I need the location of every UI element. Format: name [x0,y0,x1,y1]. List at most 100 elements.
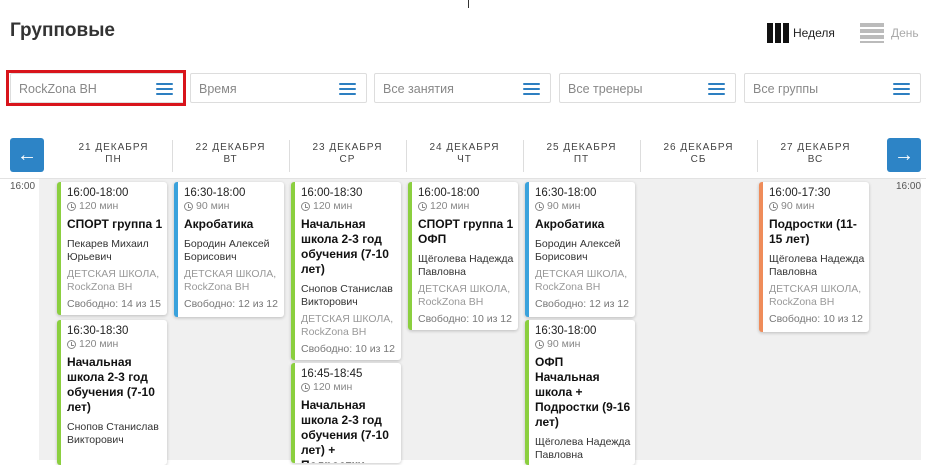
menu-icon [708,83,725,95]
event-name: ОФП Начальная школа + Подростки (9-16 ле… [535,355,631,429]
day-header: 23 ДЕКАБРЯ СР [289,142,406,166]
arrow-left-icon: ← [17,143,37,166]
clock-icon [301,201,310,211]
event-duration-text: 120 мин [79,200,119,212]
event-time: 16:30-18:30 [67,325,129,337]
filter-classes-value: Все занятия [383,82,454,96]
event-name: СПОРТ группа 1 [67,217,163,231]
event-place: ДЕТСКАЯ ШКОЛА, RockZona ВН [184,268,277,293]
event-duration: 120 мин [67,200,163,212]
week-view-icon [767,23,789,43]
event-trainer: Бородин Алексей Борисович [184,238,270,263]
clock-icon [301,382,310,392]
page-title: Групповые [10,20,116,41]
view-day-label: День [891,26,919,40]
event-duration-text: 120 мин [79,338,119,350]
event-time: 16:45-18:45 [301,368,363,380]
day-date: 21 ДЕКАБРЯ [78,142,149,153]
event-time: 16:30-18:00 [184,187,246,199]
menu-icon [893,83,910,95]
event-trainer: Щёголева Надежда Павловна [418,253,514,278]
event-time: 16:00-18:00 [418,187,480,199]
event-place: ДЕТСКАЯ ШКОЛА, RockZona ВН [769,283,862,308]
event-name: Подростки (11-15 лет) [769,217,857,246]
event-duration-text: 90 мин [196,200,230,212]
event-card[interactable]: 16:45-18:45 120 мин Начальная школа 2-3 … [291,363,401,463]
event-duration: 120 мин [67,338,163,350]
event-free-spots: Свободно: 10 из 12 [301,343,395,355]
day-date: 27 ДЕКАБРЯ [780,142,851,153]
event-free-spots: Свободно: 12 из 12 [184,298,278,310]
event-place: ДЕТСКАЯ ШКОЛА, RockZona ВН [67,268,160,293]
event-time: 16:00-18:30 [301,187,363,199]
filter-club-value: RockZona ВН [19,82,97,96]
menu-icon [339,83,356,95]
filter-trainers-value: Все тренеры [568,82,643,96]
event-trainer: Щёголева Надежда Павловна [535,436,631,461]
day-weekday: ПН [105,154,122,165]
event-name: Акробатика [184,217,254,231]
event-duration: 120 мин [418,200,514,212]
day-weekday: ПТ [573,154,590,165]
view-day-toggle[interactable]: День [860,22,919,44]
event-card[interactable]: 16:00-18:00 120 мин СПОРТ группа 1 ОФП Щ… [408,182,518,330]
menu-icon [156,83,173,95]
event-place: ДЕТСКАЯ ШКОЛА, RockZona ВН [301,313,394,338]
event-duration: 120 мин [301,200,397,212]
day-date: 26 ДЕКАБРЯ [663,142,734,153]
day-weekday: ЧТ [457,154,472,165]
event-card[interactable]: 16:00-18:00 120 мин СПОРТ группа 1 Пекар… [57,182,167,315]
event-place: ДЕТСКАЯ ШКОЛА, RockZona ВН [535,268,628,293]
clock-icon [67,201,76,211]
view-week-toggle[interactable]: Неделя [767,22,835,44]
event-free-spots: Свободно: 10 из 12 [769,313,863,325]
filter-classes-select[interactable]: Все занятия [374,73,551,103]
day-header: 21 ДЕКАБРЯ ПН [55,142,172,166]
event-duration-text: 120 мин [313,200,353,212]
event-card[interactable]: 16:30-18:00 90 мин ОФП Начальная школа +… [525,320,635,465]
event-duration: 120 мин [301,381,397,393]
filter-time-value: Время [199,82,237,96]
event-free-spots: Свободно: 14 из 15 [67,298,161,310]
event-free-spots: Свободно: 12 из 12 [535,298,629,310]
clock-icon [535,339,544,349]
event-duration-text: 120 мин [313,381,353,393]
filter-club-select[interactable]: RockZona ВН [10,73,184,103]
event-duration-text: 120 мин [430,200,470,212]
text-cursor-mark [468,0,469,8]
next-week-button[interactable]: → [887,138,921,172]
day-header: 22 ДЕКАБРЯ ВТ [172,142,289,166]
time-label-left: 16:00 [10,181,36,192]
event-duration-text: 90 мин [547,338,581,350]
day-header: 27 ДЕКАБРЯ ВС [757,142,874,166]
day-weekday: ВТ [223,154,238,165]
event-duration: 90 мин [535,200,631,212]
event-name: СПОРТ группа 1 ОФП [418,217,514,246]
view-week-label: Неделя [793,26,835,40]
filter-groups-select[interactable]: Все группы [744,73,921,103]
event-time: 16:30-18:00 [535,325,597,337]
event-card[interactable]: 16:00-17:30 90 мин Подростки (11-15 лет)… [759,182,869,332]
clock-icon [418,201,427,211]
event-trainer: Пекарев Михаил Юрьевич [67,238,149,263]
filter-time-select[interactable]: Время [190,73,367,103]
day-view-icon [860,23,884,43]
event-time: 16:00-18:00 [67,187,129,199]
filter-trainers-select[interactable]: Все тренеры [559,73,736,103]
day-header: 24 ДЕКАБРЯ ЧТ [406,142,523,166]
day-date: 25 ДЕКАБРЯ [546,142,617,153]
prev-week-button[interactable]: ← [10,138,44,172]
arrow-right-icon: → [894,143,914,166]
event-card[interactable]: 16:30-18:00 90 мин Акробатика Бородин Ал… [174,182,284,317]
event-card[interactable]: 16:30-18:00 90 мин Акробатика Бородин Ал… [525,182,635,317]
clock-icon [184,201,193,211]
event-duration: 90 мин [184,200,280,212]
event-card[interactable]: 16:30-18:30 120 мин Начальная школа 2-3 … [57,320,167,465]
day-header: 25 ДЕКАБРЯ ПТ [523,142,640,166]
event-card[interactable]: 16:00-18:30 120 мин Начальная школа 2-3 … [291,182,401,360]
event-place: ДЕТСКАЯ ШКОЛА, RockZona ВН [418,283,511,308]
day-weekday: СР [339,154,356,165]
menu-icon [523,83,540,95]
event-free-spots: Свободно: 10 из 12 [418,313,512,325]
event-trainer: Бородин Алексей Борисович [535,238,621,263]
